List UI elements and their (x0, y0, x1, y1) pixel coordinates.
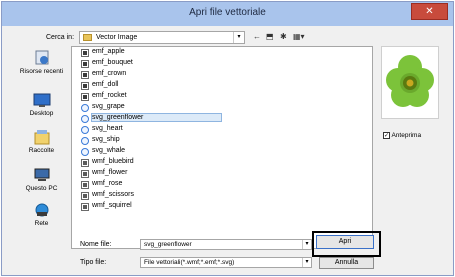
recent-places-icon (35, 50, 48, 65)
lookin-dropdown[interactable]: Vector Image ▾ (79, 31, 245, 44)
emf-file-icon (81, 93, 89, 101)
flower-preview-image (386, 55, 434, 107)
filetype-dropdown[interactable]: File vettoriali(*.wmf;*.emf;*.svg) ▾ (140, 257, 312, 268)
preview-pane (381, 46, 439, 119)
filename-label: Nome file: (80, 241, 112, 248)
preview-checkbox[interactable]: ✓ Anteprima (383, 132, 421, 139)
file-item[interactable]: emf_bouquet (81, 59, 231, 69)
svg-file-icon (81, 115, 89, 123)
filename-input[interactable]: svg_greenflower ▾ (140, 239, 312, 250)
place-network[interactable]: Rete (14, 202, 69, 227)
svg-file-icon (81, 126, 89, 134)
svg-file-icon (81, 104, 89, 112)
chevron-down-icon[interactable]: ▾ (302, 258, 311, 267)
open-vector-file-dialog: Apri file vettoriale ✕ Cerca in: Vector … (1, 1, 454, 276)
file-item[interactable]: wmf_scissors (81, 191, 231, 201)
view-menu-icon[interactable]: ▦▾ (293, 31, 305, 42)
preview-checkbox-label: Anteprima (391, 132, 422, 140)
file-item[interactable]: wmf_squirrel (81, 202, 231, 212)
file-list[interactable]: emf_apple emf_bouquet emf_crown emf_doll… (71, 46, 373, 249)
wmf-file-icon (81, 159, 89, 167)
window-title: Apri file vettoriale (189, 7, 266, 18)
place-label: Desktop (29, 110, 54, 117)
place-label: Risorse recenti (19, 68, 64, 75)
chevron-down-icon[interactable]: ▾ (233, 32, 244, 43)
file-item[interactable]: emf_rocket (81, 92, 231, 102)
wmf-file-icon (81, 170, 89, 178)
open-button[interactable]: Apri (316, 235, 374, 249)
close-button[interactable]: ✕ (411, 3, 448, 20)
dialog-client: Cerca in: Vector Image ▾ ← ⬒ ✱ ▦▾ Risors… (8, 26, 448, 271)
emf-file-icon (81, 82, 89, 90)
lookin-label: Cerca in: (46, 34, 75, 41)
svg-file-icon (81, 137, 89, 145)
wmf-file-icon (81, 203, 89, 211)
place-desktop[interactable]: Desktop (14, 92, 69, 117)
network-icon (35, 203, 48, 217)
title-bar[interactable]: Apri file vettoriale ✕ (2, 2, 453, 26)
place-label: Questo PC (25, 185, 58, 192)
emf-file-icon (81, 71, 89, 79)
wmf-file-icon (81, 192, 89, 200)
file-item-selected[interactable]: svg_greenflower (81, 113, 231, 124)
up-folder-icon[interactable]: ⬒ (266, 31, 274, 42)
file-item[interactable]: emf_doll (81, 81, 231, 91)
place-this-pc[interactable]: Questo PC (14, 167, 69, 192)
libraries-icon (34, 130, 49, 145)
chevron-down-icon[interactable]: ▾ (302, 240, 311, 249)
place-libraries[interactable]: Raccolte (14, 129, 69, 154)
folder-icon (83, 34, 92, 41)
file-item[interactable]: wmf_bluebird (81, 158, 231, 168)
place-label: Rete (34, 220, 49, 227)
place-label: Raccolte (28, 147, 55, 154)
file-item[interactable]: svg_heart (81, 125, 231, 135)
file-item[interactable]: emf_apple (81, 48, 231, 58)
wmf-file-icon (81, 181, 89, 189)
close-icon: ✕ (425, 6, 434, 17)
file-item[interactable]: svg_whale (81, 147, 231, 157)
file-item[interactable]: wmf_flower (81, 169, 231, 179)
svg-file-icon (81, 148, 89, 156)
computer-icon (34, 168, 49, 181)
emf-file-icon (81, 49, 89, 57)
lookin-value: Vector Image (96, 34, 138, 41)
file-item[interactable]: wmf_rose (81, 180, 231, 190)
filetype-value: File vettoriali(*.wmf;*.emf;*.svg) (144, 259, 235, 266)
file-item[interactable]: svg_grape (81, 103, 231, 113)
emf-file-icon (81, 60, 89, 68)
places-bar: Risorse recenti Desktop Raccolte Questo … (14, 46, 69, 252)
filename-value: svg_greenflower (144, 241, 192, 248)
cancel-button[interactable]: Annulla (319, 257, 374, 269)
file-item[interactable]: svg_ship (81, 136, 231, 146)
checkbox-checked-icon[interactable]: ✓ (383, 132, 390, 139)
file-item[interactable]: emf_crown (81, 70, 231, 80)
filetype-label: Tipo file: (80, 259, 107, 266)
desktop-icon (33, 93, 50, 107)
place-recent[interactable]: Risorse recenti (14, 50, 69, 75)
new-folder-icon[interactable]: ✱ (280, 31, 287, 42)
back-arrow-icon[interactable]: ← (253, 31, 261, 42)
